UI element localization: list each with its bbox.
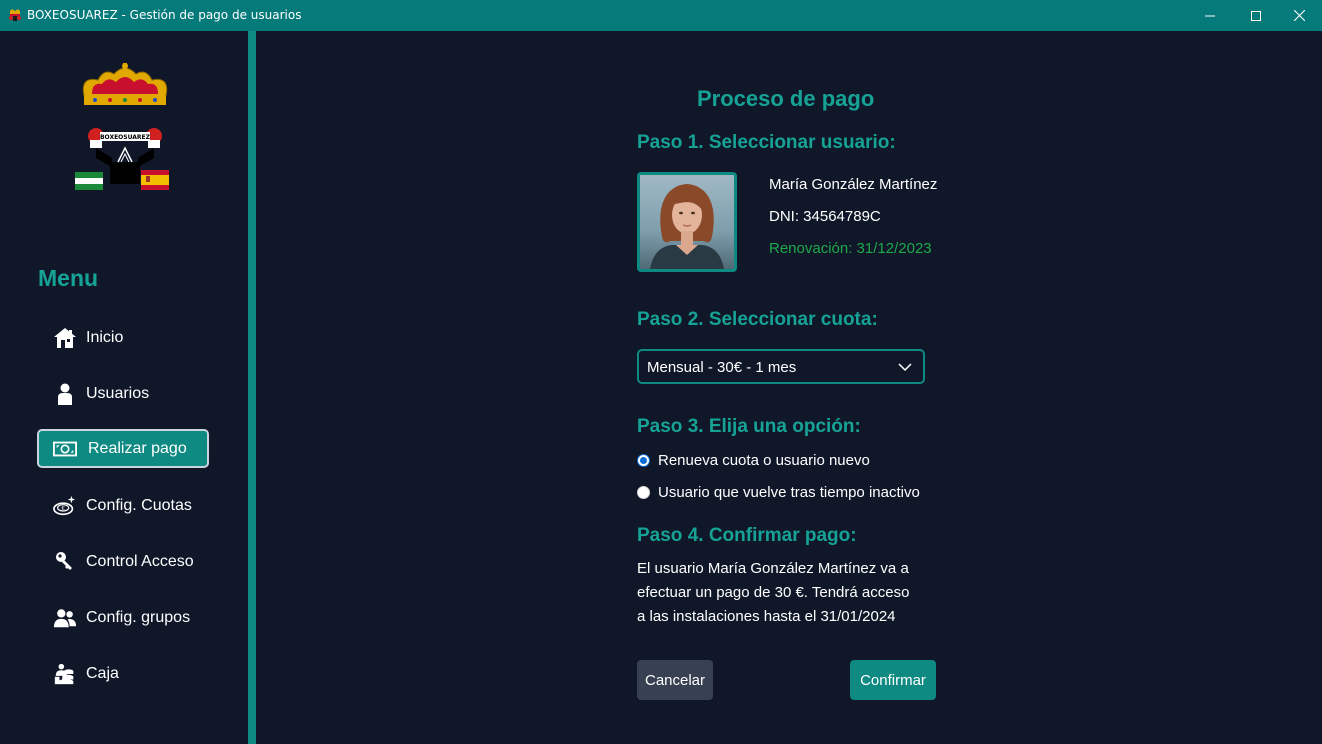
- sidebar-divider: [248, 31, 256, 744]
- home-icon: [53, 327, 77, 349]
- option-renew-label: Renueva cuota o usuario nuevo: [658, 452, 870, 469]
- confirmation-line: efectuar un pago de 30 €. Tendrá acceso: [637, 584, 910, 601]
- group-icon: [53, 607, 77, 629]
- confirmation-line: a las instalaciones hasta el 31/01/2024: [637, 608, 896, 625]
- minimize-button[interactable]: [1187, 0, 1233, 31]
- sidebar-item-label: Config. grupos: [86, 609, 191, 626]
- step1-heading: Paso 1. Seleccionar usuario:: [637, 132, 896, 153]
- option-returning-radio[interactable]: [637, 486, 650, 499]
- quota-select[interactable]: Mensual - 30€ - 1 mes: [637, 349, 925, 384]
- sidebar-item-control-acceso[interactable]: Control Acceso: [37, 542, 209, 581]
- banknote-icon: [53, 438, 77, 460]
- user-icon: [53, 383, 77, 405]
- sidebar-item-label: Inicio: [86, 329, 124, 346]
- sidebar-item-label: Caja: [86, 665, 119, 682]
- option-returning-radio-row[interactable]: Usuario que vuelve tras tiempo inactivo: [637, 484, 920, 501]
- sidebar-item-label: Usuarios: [86, 385, 150, 402]
- step3-heading: Paso 3. Elija una opción:: [637, 416, 861, 437]
- confirmation-line: El usuario María González Martínez va a: [637, 560, 909, 577]
- step2-heading: Paso 2. Seleccionar cuota:: [637, 309, 878, 330]
- sidebar-item-label: Control Acceso: [86, 553, 194, 570]
- svg-text:€: €: [61, 506, 65, 512]
- option-renew-radio[interactable]: [637, 454, 650, 467]
- confirm-button[interactable]: Confirmar: [850, 660, 936, 700]
- boxeosuarez-logo: BOXEOSUAREZ: [75, 63, 169, 190]
- user-avatar[interactable]: [637, 172, 737, 272]
- close-icon: [1293, 10, 1305, 21]
- user-renewal-date: Renovación: 31/12/2023: [769, 240, 932, 257]
- cancel-button[interactable]: Cancelar: [637, 660, 713, 700]
- confirmation-text: El usuario María González Martínez va a …: [637, 557, 937, 629]
- minimize-icon: [1205, 15, 1215, 16]
- svg-text:BOXEOSUAREZ: BOXEOSUAREZ: [100, 134, 151, 141]
- cash-register-icon: [53, 663, 77, 685]
- quota-select-value: Mensual - 30€ - 1 mes: [647, 359, 797, 376]
- sidebar-item-realizar-pago[interactable]: Realizar pago: [37, 429, 209, 468]
- user-dni: DNI: 34564789C: [769, 208, 881, 225]
- sidebar-item-label: Realizar pago: [88, 440, 187, 457]
- key-icon: [53, 551, 77, 573]
- sidebar-item-config-grupos[interactable]: Config. grupos: [37, 598, 209, 637]
- option-returning-label: Usuario que vuelve tras tiempo inactivo: [658, 484, 920, 501]
- user-photo: [640, 175, 734, 269]
- user-name: María González Martínez: [769, 176, 938, 193]
- sidebar-item-usuarios[interactable]: Usuarios: [37, 374, 209, 413]
- sidebar-item-label: Config. Cuotas: [86, 497, 192, 514]
- step4-heading: Paso 4. Confirmar pago:: [637, 525, 857, 546]
- title-bar: BOXEOSUAREZ - Gestión de pago de usuario…: [0, 0, 1322, 31]
- menu-title: Menu: [38, 265, 99, 291]
- close-button[interactable]: [1276, 0, 1322, 31]
- coin-icon: €: [53, 495, 77, 517]
- app-window: BOXEOSUAREZ - Gestión de pago de usuario…: [0, 0, 1322, 744]
- app-logo-icon: [9, 9, 21, 21]
- option-renew-radio-row[interactable]: Renueva cuota o usuario nuevo: [637, 452, 870, 469]
- payment-panel: Proceso de pago Paso 1. Seleccionar usua…: [256, 31, 1322, 744]
- maximize-button[interactable]: [1233, 0, 1279, 31]
- chevron-down-icon: [898, 363, 912, 372]
- window-title: BOXEOSUAREZ - Gestión de pago de usuario…: [27, 8, 302, 22]
- sidebar-item-config-cuotas[interactable]: € Config. Cuotas: [37, 486, 209, 525]
- sidebar-item-caja[interactable]: Caja: [37, 654, 209, 693]
- page-title: Proceso de pago: [697, 86, 875, 111]
- maximize-icon: [1251, 10, 1261, 21]
- sidebar-item-inicio[interactable]: Inicio: [37, 318, 209, 357]
